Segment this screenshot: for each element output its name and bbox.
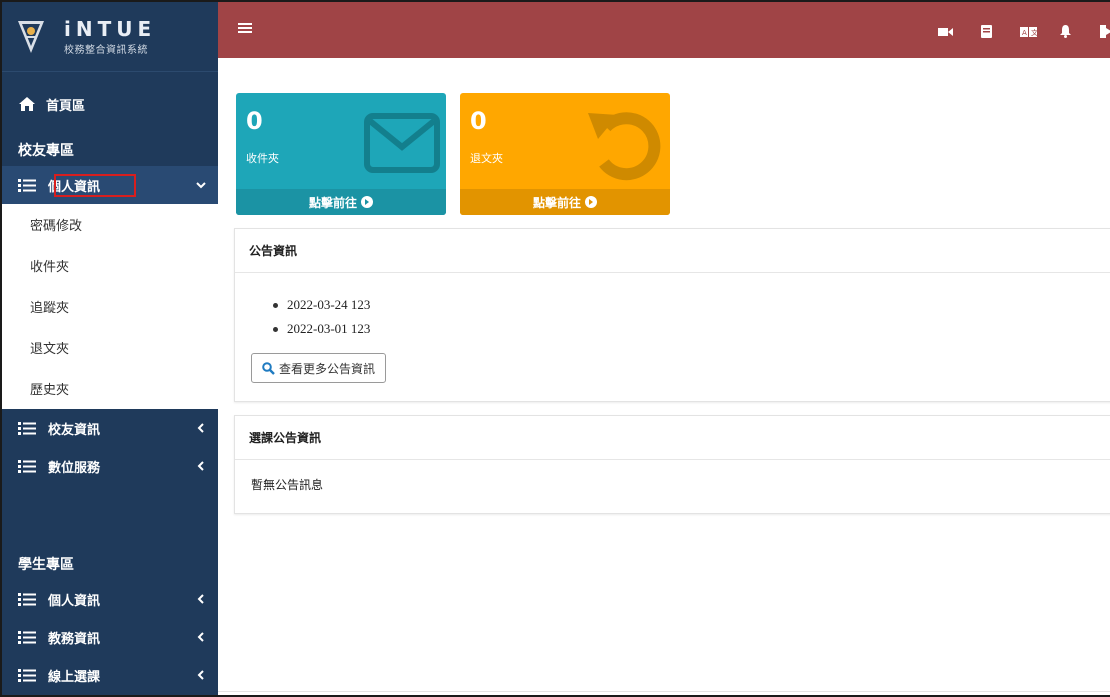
submenu-personal-info: 密碼修改 收件夾 追蹤夾 退文夾 歷史夾 xyxy=(2,204,218,409)
brand-subtitle: 校務整合資訊系統 xyxy=(64,44,148,56)
app-window: iNTUE 校務整合資訊系統 首頁區 校友專區 個人資訊 密碼修改 收件夾 追蹤… xyxy=(0,0,1110,697)
school-emblem-icon xyxy=(18,20,44,53)
undo-icon xyxy=(588,112,661,181)
returned-label: 退文夾 xyxy=(470,152,503,165)
announcements-panel: 公告資訊 2022-03-24 123 2022-03-01 123 查看更多公… xyxy=(234,228,1110,402)
logout-icon[interactable] xyxy=(1100,25,1110,38)
announcement-item[interactable]: 2022-03-01 123 xyxy=(273,317,1098,341)
sidebar-item-personal-info[interactable]: 個人資訊 xyxy=(2,166,218,204)
course-announcements-title: 選課公告資訊 xyxy=(235,416,1110,460)
svg-text:文: 文 xyxy=(1031,28,1037,37)
sidebar-item-course-selection[interactable]: 線上選課 xyxy=(2,656,218,694)
sidebar-item-alumni-info[interactable]: 校友資訊 xyxy=(2,409,218,447)
section-title-student: 學生專區 xyxy=(18,557,74,573)
sidebar-item-home[interactable]: 首頁區 xyxy=(2,90,218,118)
home-icon xyxy=(19,97,35,111)
submenu-item-password[interactable]: 密碼修改 xyxy=(2,204,218,245)
sidebar: iNTUE 校務整合資訊系統 首頁區 校友專區 個人資訊 密碼修改 收件夾 追蹤… xyxy=(2,2,218,695)
more-announcements-button[interactable]: 查看更多公告資訊 xyxy=(251,353,387,383)
arrow-circle-right-icon xyxy=(585,196,597,208)
arrow-circle-right-icon xyxy=(361,196,373,208)
chevron-left-icon xyxy=(197,632,204,642)
chevron-left-icon xyxy=(197,670,204,680)
brand[interactable]: iNTUE 校務整合資訊系統 xyxy=(2,2,218,72)
inbox-card[interactable]: 0 收件夾 點擊前往 xyxy=(236,93,446,215)
sidebar-item-label: 教務資訊 xyxy=(48,631,101,647)
sidebar-item-label: 線上選課 xyxy=(48,669,101,685)
sidebar-item-student-personal-info[interactable]: 個人資訊 xyxy=(2,580,218,618)
sidebar-item-label: 個人資訊 xyxy=(48,593,101,609)
course-announcements-panel: 選課公告資訊 暫無公告訊息 xyxy=(234,415,1110,514)
highlight-box xyxy=(54,174,136,197)
bell-icon[interactable] xyxy=(1060,25,1071,38)
footer-divider xyxy=(218,691,1110,692)
returned-card[interactable]: 0 退文夾 點擊前往 xyxy=(460,93,670,215)
announcement-item[interactable]: 2022-03-24 123 xyxy=(273,293,1098,317)
empty-message: 暫無公告訊息 xyxy=(251,478,324,492)
inbox-label: 收件夾 xyxy=(246,152,279,165)
chevron-left-icon xyxy=(197,594,204,604)
more-announcements-label: 查看更多公告資訊 xyxy=(279,361,376,376)
list-icon xyxy=(18,179,36,192)
announcements-title: 公告資訊 xyxy=(235,229,1110,273)
search-icon xyxy=(262,361,275,375)
top-navbar: A 文 xyxy=(218,2,1110,58)
section-title-alumni: 校友專區 xyxy=(18,143,74,159)
sidebar-item-label: 校友資訊 xyxy=(48,422,101,438)
chevron-left-icon xyxy=(197,461,204,471)
list-icon xyxy=(18,631,36,644)
menu-icon[interactable] xyxy=(238,21,252,35)
submenu-item-returned[interactable]: 退文夾 xyxy=(2,327,218,368)
student-section: 學生專區 個人資訊 教務資訊 線上選課 xyxy=(2,554,218,694)
inbox-count: 0 xyxy=(246,107,263,135)
list-icon xyxy=(18,593,36,606)
book-icon[interactable] xyxy=(981,25,992,38)
chevron-left-icon xyxy=(197,423,204,433)
announcement-list: 2022-03-24 123 2022-03-01 123 xyxy=(273,293,1098,341)
inbox-footer-label: 點擊前往 xyxy=(308,195,357,210)
submenu-item-inbox[interactable]: 收件夾 xyxy=(2,245,218,286)
inbox-goto-link[interactable]: 點擊前往 xyxy=(236,189,446,215)
returned-count: 0 xyxy=(470,107,487,135)
chevron-down-icon xyxy=(196,182,206,189)
submenu-item-history[interactable]: 歷史夾 xyxy=(2,368,218,409)
list-icon xyxy=(18,460,36,473)
submenu-item-tracking[interactable]: 追蹤夾 xyxy=(2,286,218,327)
list-icon xyxy=(18,669,36,682)
svg-text:A: A xyxy=(1022,29,1027,37)
list-icon xyxy=(18,422,36,435)
envelope-icon xyxy=(364,113,440,173)
video-icon[interactable] xyxy=(938,27,953,37)
returned-footer-label: 點擊前往 xyxy=(532,195,581,210)
sidebar-item-label: 數位服務 xyxy=(48,460,101,476)
translate-icon[interactable]: A 文 xyxy=(1020,27,1037,37)
sidebar-item-digital-services[interactable]: 數位服務 xyxy=(2,447,218,485)
brand-name: iNTUE xyxy=(64,16,157,41)
sidebar-item-academic-info[interactable]: 教務資訊 xyxy=(2,618,218,656)
returned-goto-link[interactable]: 點擊前往 xyxy=(460,189,670,215)
sidebar-item-label: 首頁區 xyxy=(46,98,86,114)
